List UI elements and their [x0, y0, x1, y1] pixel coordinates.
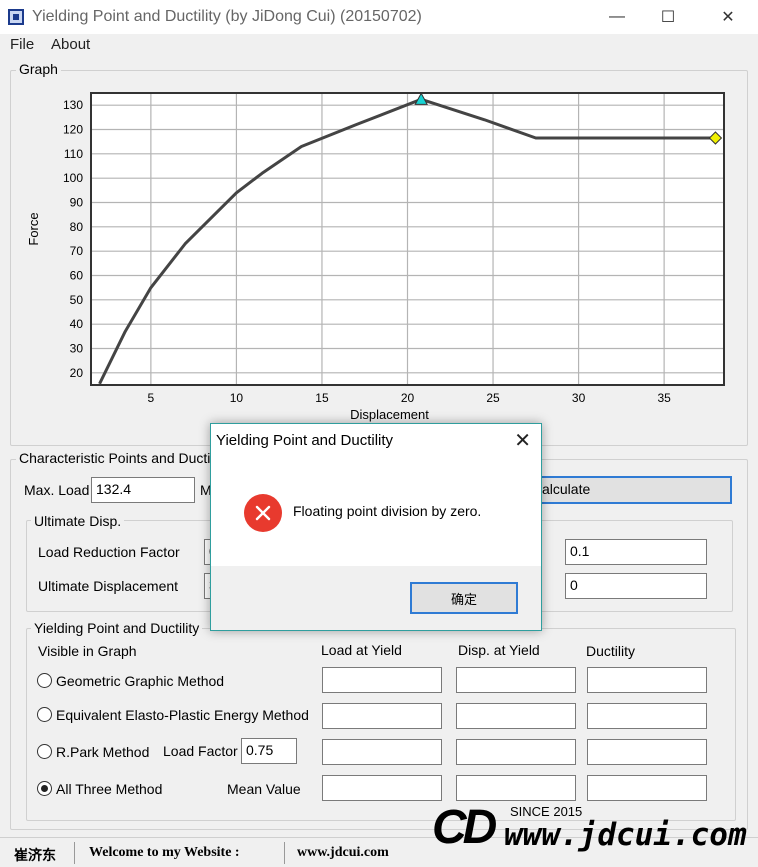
- label-geometric[interactable]: Geometric Graphic Method: [56, 673, 224, 689]
- radio-geometric[interactable]: [37, 673, 52, 688]
- radio-all-three[interactable]: [37, 781, 52, 796]
- right-field-2[interactable]: 0: [565, 573, 707, 599]
- col-load-at-yield: Load at Yield: [321, 642, 402, 658]
- status-website[interactable]: www.jdcui.com: [297, 845, 389, 861]
- y-tick-label: 110: [64, 147, 83, 161]
- maximize-button[interactable]: ☐: [643, 0, 693, 34]
- menu-about[interactable]: About: [51, 36, 90, 53]
- mean-load-field[interactable]: [322, 775, 442, 801]
- characteristic-group-label: Characteristic Points and Ductility: [16, 450, 231, 466]
- ultimate-group-label: Ultimate Disp.: [31, 513, 125, 529]
- label-energy[interactable]: Equivalent Elasto-Plastic Energy Method: [56, 707, 309, 723]
- y-axis-label: Force: [26, 212, 41, 245]
- max-load-field[interactable]: 132.4: [91, 477, 195, 503]
- energy-ductility-field[interactable]: [587, 703, 707, 729]
- energy-disp-field[interactable]: [456, 703, 576, 729]
- y-tick-label: 70: [70, 244, 84, 258]
- y-tick-label: 60: [70, 269, 84, 283]
- x-tick-label: 15: [315, 391, 329, 405]
- y-tick-label: 80: [70, 220, 84, 234]
- dialog-close-icon[interactable]: ✕: [514, 428, 531, 453]
- y-tick-label: 50: [70, 293, 84, 307]
- label-rpark[interactable]: R.Park Method: [56, 744, 149, 760]
- status-separator: [284, 842, 285, 864]
- ultimate-disp-label: Ultimate Displacement: [38, 578, 179, 594]
- load-factor-label: Load Factor: [163, 743, 238, 759]
- geometric-ductility-field[interactable]: [587, 667, 707, 693]
- dialog-message: Floating point division by zero.: [293, 503, 482, 519]
- y-tick-label: 30: [70, 342, 84, 356]
- yielding-group-label: Yielding Point and Ductility: [31, 620, 203, 636]
- right-field-1[interactable]: 0.1: [565, 539, 707, 565]
- rpark-ductility-field[interactable]: [587, 739, 707, 765]
- status-welcome: Welcome to my Website :: [89, 845, 240, 860]
- jdcui-logo: CD SINCE 2015 www.jdcui.com: [432, 800, 752, 860]
- x-tick-label: 20: [401, 391, 415, 405]
- logo-url: www.jdcui.com: [504, 817, 747, 853]
- minimize-button[interactable]: —: [592, 0, 642, 34]
- visible-in-graph-label: Visible in Graph: [38, 643, 137, 659]
- energy-load-field[interactable]: [322, 703, 442, 729]
- radio-rpark[interactable]: [37, 744, 52, 759]
- x-tick-label: 35: [657, 391, 671, 405]
- status-author: 崔济东: [14, 849, 56, 864]
- geometric-load-field[interactable]: [322, 667, 442, 693]
- menu-file[interactable]: File: [10, 36, 34, 53]
- graph-group-label: Graph: [16, 61, 61, 77]
- geometric-disp-field[interactable]: [456, 667, 576, 693]
- close-button[interactable]: ✕: [703, 0, 753, 34]
- load-reduction-label: Load Reduction Factor: [38, 544, 180, 560]
- window-title: Yielding Point and Ductility (by JiDong …: [32, 8, 422, 25]
- x-tick-label: 25: [486, 391, 500, 405]
- menu-bar: File About: [0, 34, 758, 56]
- status-separator: [74, 842, 75, 864]
- y-tick-label: 40: [70, 317, 84, 331]
- x-tick-label: 30: [572, 391, 586, 405]
- mean-disp-field[interactable]: [456, 775, 576, 801]
- logo-mark: CD: [432, 801, 497, 854]
- rpark-disp-field[interactable]: [456, 739, 576, 765]
- error-x-icon: [255, 505, 271, 521]
- error-icon: [244, 494, 282, 532]
- mean-value-label: Mean Value: [227, 781, 301, 797]
- x-axis-label: Displacement: [350, 407, 429, 422]
- radio-energy[interactable]: [37, 707, 52, 722]
- max-load-label: Max. Load: [24, 482, 90, 498]
- dialog-title: Yielding Point and Ductility: [216, 432, 394, 449]
- label-all-three[interactable]: All Three Method: [56, 781, 162, 797]
- y-tick-label: 130: [63, 98, 83, 112]
- x-tick-label: 10: [230, 391, 244, 405]
- ok-button[interactable]: 确定: [410, 582, 518, 614]
- error-dialog: Yielding Point and Ductility ✕ Floating …: [210, 423, 542, 631]
- load-factor-field[interactable]: 0.75: [241, 738, 297, 764]
- y-tick-label: 20: [70, 366, 84, 380]
- rpark-load-field[interactable]: [322, 739, 442, 765]
- x-tick-label: 5: [148, 391, 155, 405]
- title-bar: Yielding Point and Ductility (by JiDong …: [0, 0, 758, 34]
- col-ductility: Ductility: [586, 643, 636, 659]
- app-icon[interactable]: [8, 9, 24, 25]
- y-tick-label: 100: [63, 171, 83, 185]
- calculate-button[interactable]: alculate: [534, 476, 732, 504]
- y-tick-label: 120: [63, 123, 83, 137]
- dialog-footer: 确定: [211, 566, 541, 630]
- mean-ductility-field[interactable]: [587, 775, 707, 801]
- force-displacement-chart: 5 10 15 20 25 30 35 20 30 40 50 60 70 80 90 100 110 120 13…: [26, 92, 725, 422]
- col-disp-at-yield: Disp. at Yield: [458, 642, 540, 658]
- y-tick-label: 90: [70, 196, 84, 210]
